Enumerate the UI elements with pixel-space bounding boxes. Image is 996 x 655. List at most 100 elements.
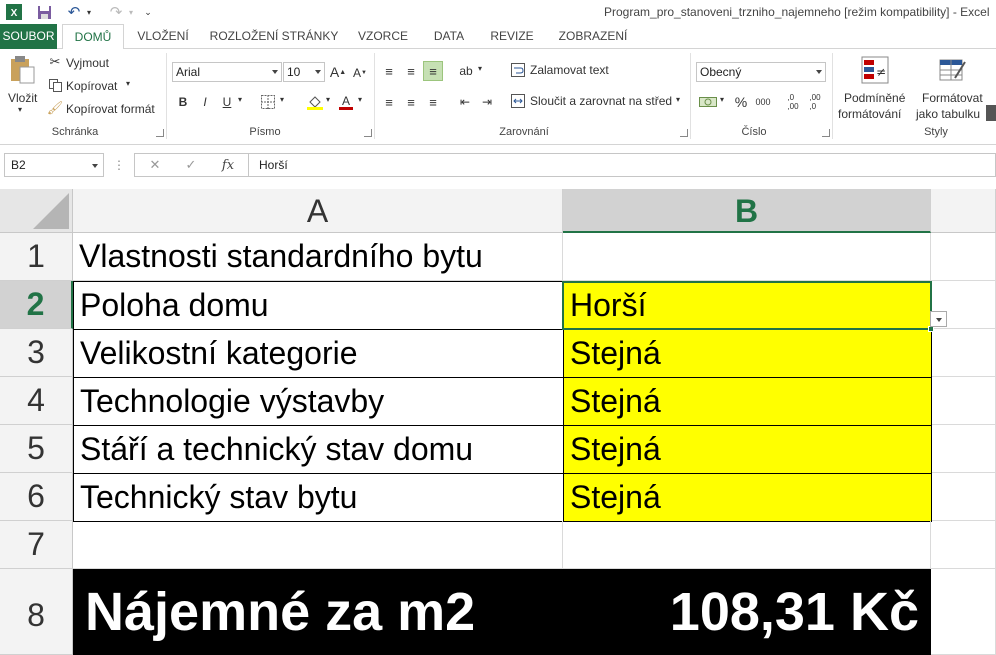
align-top-icon[interactable]: ≡ — [380, 61, 398, 81]
orientation-icon[interactable]: ab — [456, 61, 476, 81]
increase-indent-icon[interactable]: ⇥ — [478, 92, 496, 112]
borders-dropdown-icon[interactable]: ▾ — [280, 95, 284, 104]
cell-a3[interactable]: Velikostní kategorie — [73, 329, 564, 378]
redo-icon[interactable]: ↷ — [106, 3, 126, 21]
cell-a7[interactable] — [73, 521, 563, 569]
save-icon[interactable] — [34, 3, 54, 21]
decrease-decimal-icon[interactable]: ,00,0 — [806, 92, 824, 112]
tab-view[interactable]: ZOBRAZENÍ — [550, 24, 636, 49]
column-header-c[interactable] — [931, 189, 996, 233]
merge-center-icon[interactable] — [510, 93, 526, 109]
tab-file[interactable]: SOUBOR — [0, 24, 57, 49]
enter-icon[interactable]: ✓ — [183, 156, 199, 174]
cut-button[interactable]: Vyjmout — [66, 56, 109, 70]
fill-color-dropdown-icon[interactable]: ▾ — [326, 95, 330, 104]
bold-button[interactable]: B — [176, 93, 190, 111]
align-middle-icon[interactable]: ≡ — [402, 61, 420, 81]
cell-b4[interactable]: Stejná — [563, 377, 932, 426]
undo-icon[interactable]: ↶ — [64, 3, 84, 21]
cell-a4[interactable]: Technologie výstavby — [73, 377, 564, 426]
cell-a8[interactable]: Nájemné za m2 — [73, 569, 563, 655]
cell-b8[interactable]: 108,31 Kč — [563, 569, 931, 655]
cell-b5[interactable]: Stejná — [563, 425, 932, 474]
format-as-table-label-2[interactable]: jako tabulku — [916, 107, 980, 121]
cell-b7[interactable] — [563, 521, 931, 569]
copy-icon[interactable] — [48, 78, 62, 92]
cell-a1[interactable]: Vlastnosti standardního bytu — [73, 233, 563, 281]
cell-a2[interactable]: Poloha domu — [73, 281, 564, 330]
undo-dropdown-icon[interactable]: ▾ — [84, 3, 94, 21]
formula-input[interactable]: Horší — [248, 153, 996, 177]
row-header-8[interactable]: 8 — [0, 569, 73, 655]
tab-formulas[interactable]: VZORCE — [352, 24, 414, 49]
currency-icon[interactable] — [698, 92, 718, 112]
align-bottom-icon[interactable]: ≡ — [423, 61, 443, 81]
cell-b2[interactable]: Horší — [563, 281, 932, 330]
cell-c3[interactable] — [932, 329, 996, 377]
clipboard-launcher-icon[interactable] — [156, 129, 164, 137]
conditional-formatting-label-2[interactable]: formátování — [838, 107, 901, 121]
row-header-3[interactable]: 3 — [0, 329, 73, 377]
cell-a5[interactable]: Stáří a technický stav domu — [73, 425, 564, 474]
cell-styles-icon[interactable] — [986, 105, 996, 121]
font-color-icon[interactable]: A — [338, 93, 354, 111]
wrap-text-icon[interactable] — [510, 62, 526, 78]
tab-review[interactable]: REVIZE — [484, 24, 540, 49]
align-center-icon[interactable]: ≡ — [402, 92, 420, 112]
copy-button[interactable]: Kopírovat — [66, 79, 117, 93]
cell-b3[interactable]: Stejná — [563, 329, 932, 378]
column-header-b[interactable]: B — [563, 189, 931, 233]
cell-c6[interactable] — [932, 473, 996, 521]
copy-dropdown-icon[interactable]: ▾ — [126, 79, 130, 88]
cell-c8[interactable] — [931, 569, 996, 655]
select-all-corner[interactable] — [0, 189, 73, 233]
paste-icon[interactable] — [8, 55, 36, 85]
italic-button[interactable]: I — [198, 93, 212, 111]
conditional-formatting-icon[interactable]: ≠ — [860, 55, 890, 85]
row-header-7[interactable]: 7 — [0, 521, 73, 569]
increase-font-icon[interactable]: A ▲ — [330, 63, 346, 81]
tab-home[interactable]: DOMŮ — [62, 24, 124, 50]
row-header-1[interactable]: 1 — [0, 233, 73, 281]
merge-dropdown-icon[interactable]: ▾ — [676, 95, 680, 104]
alignment-launcher-icon[interactable] — [680, 129, 688, 137]
conditional-formatting-label-1[interactable]: Podmíněné — [844, 91, 905, 105]
name-box[interactable]: B2 — [4, 153, 104, 177]
formula-bar-grip-icon[interactable]: ⋮ — [113, 157, 125, 173]
scissors-icon[interactable]: ✂ — [48, 54, 62, 69]
borders-icon[interactable] — [260, 93, 276, 111]
tab-insert[interactable]: VLOŽENÍ — [130, 24, 196, 49]
tab-page-layout[interactable]: ROZLOŽENÍ STRÁNKY — [206, 24, 342, 49]
insert-function-icon[interactable]: fx — [219, 156, 237, 174]
redo-dropdown-icon[interactable]: ▾ — [126, 3, 136, 21]
column-header-a[interactable]: A — [73, 189, 563, 233]
cancel-icon[interactable]: ✕ — [147, 156, 163, 174]
align-left-icon[interactable]: ≡ — [380, 92, 398, 112]
cell-b6[interactable]: Stejná — [563, 473, 932, 522]
decrease-font-icon[interactable]: A ▼ — [352, 65, 368, 81]
cell-c1[interactable] — [931, 233, 996, 281]
thousands-button[interactable]: 000 — [752, 92, 774, 112]
number-launcher-icon[interactable] — [822, 129, 830, 137]
row-header-5[interactable]: 5 — [0, 425, 73, 473]
cell-c5[interactable] — [932, 425, 996, 473]
underline-button[interactable]: U — [220, 93, 234, 111]
decrease-indent-icon[interactable]: ⇤ — [456, 92, 474, 112]
orientation-dropdown-icon[interactable]: ▾ — [478, 64, 482, 73]
format-painter-icon[interactable]: 🖌 — [47, 100, 64, 115]
format-as-table-label-1[interactable]: Formátovat — [922, 91, 983, 105]
font-name-combo[interactable]: Arial — [172, 62, 282, 82]
cell-validation-dropdown-icon[interactable] — [930, 311, 947, 327]
cell-b1[interactable] — [563, 233, 931, 281]
tab-data[interactable]: DATA — [424, 24, 474, 49]
underline-dropdown-icon[interactable]: ▾ — [238, 95, 242, 104]
number-format-combo[interactable]: Obecný — [696, 62, 826, 82]
align-right-icon[interactable]: ≡ — [424, 92, 442, 112]
fill-color-icon[interactable] — [306, 93, 324, 111]
percent-button[interactable]: % — [732, 92, 750, 112]
customize-toolbar-icon[interactable]: ⌄ — [142, 3, 154, 21]
paste-button[interactable]: Vložit — [8, 91, 37, 105]
wrap-text-button[interactable]: Zalamovat text — [530, 63, 609, 77]
format-painter-button[interactable]: Kopírovat formát — [66, 102, 155, 116]
row-header-6[interactable]: 6 — [0, 473, 73, 521]
